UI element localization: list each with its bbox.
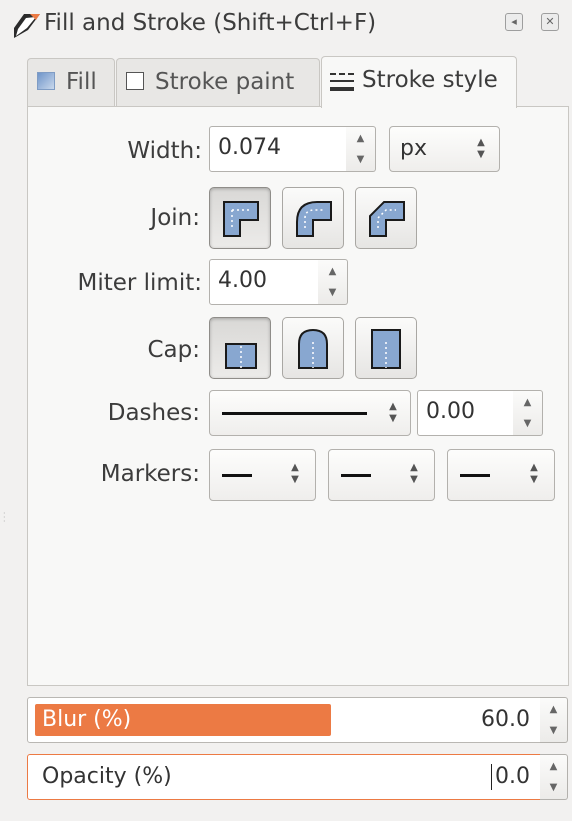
join-round-button[interactable]: [282, 187, 344, 249]
butt-cap-icon: [225, 343, 257, 369]
bevel-join-icon: [369, 201, 405, 237]
no-marker-icon: [222, 474, 252, 477]
spin-down-icon[interactable]: ▼: [513, 418, 542, 429]
dialog-title: Fill and Stroke (Shift+Ctrl+F): [44, 10, 377, 36]
unit-select[interactable]: px ▲ ▼: [389, 126, 500, 172]
float-dialog-button[interactable]: ◂: [505, 13, 523, 31]
width-input[interactable]: 0.074: [209, 126, 347, 172]
join-bevel-button[interactable]: [355, 187, 417, 249]
miter-limit-input[interactable]: 4.00: [209, 259, 319, 305]
solid-line-preview: [222, 412, 367, 415]
dock-handle-icon[interactable]: · · ·: [3, 510, 6, 526]
no-marker-icon: [341, 474, 371, 477]
square-cap-icon: [371, 329, 401, 369]
miter-limit-spinner[interactable]: ▲ ▼: [318, 259, 348, 305]
combo-arrows-icon: ▲ ▼: [389, 401, 397, 424]
dialog-titlebar: Fill and Stroke (Shift+Ctrl+F) ◂ ✕: [0, 0, 572, 50]
close-dialog-button[interactable]: ✕: [541, 13, 559, 31]
spin-down-icon[interactable]: ▼: [540, 725, 567, 736]
join-label: Join:: [150, 205, 200, 231]
spin-up-icon[interactable]: ▲: [540, 704, 567, 715]
cap-butt-button[interactable]: [209, 317, 271, 379]
tab-stroke-style-label: Stroke style: [362, 67, 498, 93]
blur-spinner[interactable]: ▲ ▼: [540, 697, 568, 743]
opacity-value[interactable]: 0.0: [440, 762, 530, 792]
cap-round-button[interactable]: [282, 317, 344, 379]
spin-down-icon[interactable]: ▼: [346, 154, 375, 165]
combo-arrows-icon: ▲ ▼: [291, 462, 299, 485]
opacity-spinner[interactable]: ▲ ▼: [540, 754, 568, 800]
dash-pattern-select[interactable]: ▲ ▼: [209, 390, 411, 436]
spin-up-icon[interactable]: ▲: [540, 761, 567, 772]
miter-limit-label: Miter limit:: [77, 270, 202, 296]
dashes-label: Dashes:: [107, 400, 200, 426]
width-spinner[interactable]: ▲ ▼: [346, 126, 376, 172]
end-marker-select[interactable]: ▲ ▼: [447, 449, 555, 501]
no-marker-icon: [460, 474, 490, 477]
stroke-style-icon: [330, 73, 354, 91]
text-cursor: [491, 764, 492, 790]
mid-marker-select[interactable]: ▲ ▼: [328, 449, 435, 501]
opacity-label: Opacity (%): [42, 764, 172, 789]
join-miter-button[interactable]: [209, 187, 271, 249]
cap-label: Cap:: [147, 337, 200, 363]
dash-offset-spinner[interactable]: ▲ ▼: [513, 390, 543, 436]
cap-square-button[interactable]: [355, 317, 417, 379]
spin-down-icon[interactable]: ▼: [318, 287, 347, 298]
unit-value: px: [400, 136, 427, 161]
width-label: Width:: [127, 138, 202, 164]
stroke-square-icon: [126, 72, 144, 90]
tab-fill-label: Fill: [66, 69, 97, 95]
round-cap-icon: [298, 328, 328, 369]
combo-arrows-icon: ▲ ▼: [410, 462, 418, 485]
blur-value: 60.0: [481, 707, 530, 732]
spin-up-icon[interactable]: ▲: [346, 133, 375, 144]
blur-label: Blur (%): [42, 707, 132, 732]
dash-offset-input[interactable]: 0.00: [417, 390, 514, 436]
spin-up-icon[interactable]: ▲: [513, 397, 542, 408]
start-marker-select[interactable]: ▲ ▼: [209, 449, 316, 501]
miter-join-icon: [223, 201, 259, 237]
combo-arrows-icon: ▲ ▼: [530, 462, 538, 485]
markers-label: Markers:: [100, 461, 200, 487]
round-join-icon: [296, 201, 332, 237]
tab-fill[interactable]: Fill: [27, 58, 115, 106]
combo-arrows-icon: ▲ ▼: [477, 137, 485, 160]
tab-stroke-paint[interactable]: Stroke paint: [116, 58, 320, 106]
fill-stroke-icon: [14, 14, 40, 38]
tab-stroke-style[interactable]: Stroke style: [321, 56, 517, 108]
spin-up-icon[interactable]: ▲: [318, 266, 347, 277]
spin-down-icon[interactable]: ▼: [540, 782, 567, 793]
tab-stroke-paint-label: Stroke paint: [155, 69, 295, 95]
flat-color-icon: [37, 72, 55, 90]
